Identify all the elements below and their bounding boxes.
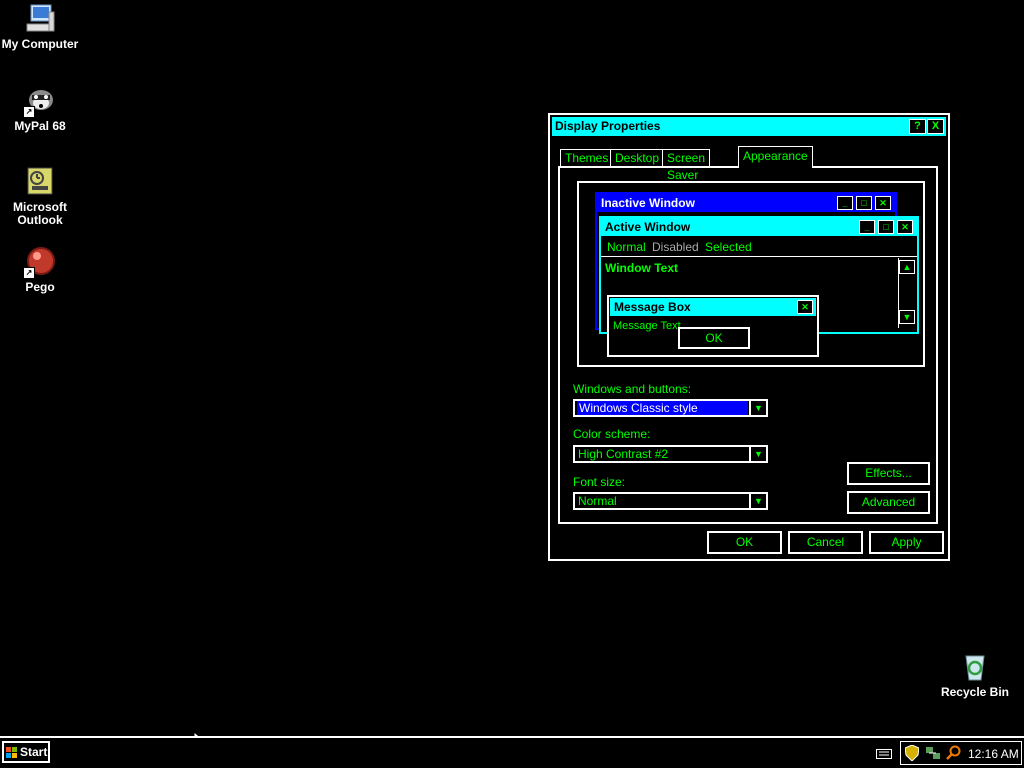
cancel-button[interactable]: Cancel [788, 531, 863, 554]
message-box-titlebar: Message Box ✕ [610, 298, 816, 316]
menu-selected: Selected [705, 240, 752, 254]
raccoon-icon: ↗ [23, 84, 57, 118]
ok-button[interactable]: OK [707, 531, 782, 554]
chevron-down-icon[interactable]: ▼ [749, 494, 766, 508]
tab-appearance[interactable]: Appearance [738, 146, 813, 168]
recycle-bin-label: Recycle Bin [940, 685, 1010, 699]
scroll-up-icon: ▲ [899, 260, 915, 274]
menu-disabled: Disabled [652, 240, 699, 254]
outlook-icon[interactable]: Microsoft Outlook [0, 165, 80, 227]
effects-button[interactable]: Effects... [847, 462, 930, 485]
start-button[interactable]: Start [2, 741, 50, 763]
message-text: Message Text [613, 320, 681, 332]
active-window-titlebar: Active Window _ □ ✕ [601, 218, 917, 236]
close-icon: ✕ [875, 196, 891, 210]
color-scheme-select[interactable]: High Contrast #2 ▼ [573, 445, 768, 463]
mypal-icon[interactable]: ↗ MyPal 68 [0, 84, 80, 133]
menu-normal: Normal [607, 240, 646, 254]
keyboard-icon[interactable] [876, 748, 892, 762]
tab-themes[interactable]: Themes [560, 149, 614, 167]
scroll-down-icon: ▼ [899, 310, 915, 324]
security-shield-icon[interactable] [904, 744, 920, 764]
preview-menubar: Normal Disabled Selected [601, 238, 917, 257]
pego-app-icon: ↗ [23, 245, 57, 279]
tab-screen-saver[interactable]: Screen Saver [662, 149, 711, 182]
windows-logo-icon [6, 746, 18, 764]
my-computer-icon[interactable]: My Computer [0, 2, 80, 51]
close-icon: ✕ [797, 300, 813, 314]
windows-buttons-label: Windows and buttons: [573, 382, 692, 396]
color-scheme-value: High Contrast #2 [578, 447, 669, 461]
help-button[interactable]: ? [909, 119, 926, 134]
preview-ok-button: OK [678, 327, 750, 349]
color-scheme-label: Color scheme: [573, 427, 651, 441]
font-size-label: Font size: [573, 475, 626, 489]
network-icon[interactable] [925, 745, 941, 764]
maximize-icon: □ [878, 220, 894, 234]
maximize-icon: □ [856, 196, 872, 210]
pego-icon[interactable]: ↗ Pego [0, 245, 80, 294]
dialog-titlebar[interactable]: Display Properties ? X [552, 117, 946, 136]
my-computer-label: My Computer [1, 37, 79, 51]
shortcut-arrow-icon: ↗ [23, 106, 35, 118]
dialog-title: Display Properties [555, 119, 661, 133]
recycle-icon [958, 650, 992, 684]
preview-window-text: Window Text [605, 261, 678, 275]
font-size-value: Normal [578, 494, 617, 508]
close-button[interactable]: X [927, 119, 944, 134]
taskbar: Start 12:16 AM [0, 736, 1024, 768]
advanced-button[interactable]: Advanced [847, 491, 930, 514]
start-label: Start [20, 745, 48, 759]
font-size-select[interactable]: Normal ▼ [573, 492, 768, 510]
computer-icon [23, 2, 57, 36]
system-tray: 12:16 AM [900, 741, 1022, 765]
minimize-icon: _ [859, 220, 875, 234]
pego-label: Pego [25, 280, 55, 294]
inactive-window-titlebar: Inactive Window _ □ ✕ [597, 194, 895, 212]
active-window-title: Active Window [605, 220, 691, 234]
clock[interactable]: 12:16 AM [968, 746, 1019, 762]
appearance-preview: Inactive Window _ □ ✕ Active Window _ □ … [577, 181, 925, 367]
minimize-icon: _ [837, 196, 853, 210]
outlook-label-line2: Outlook [17, 213, 63, 227]
close-icon: ✕ [897, 220, 913, 234]
windows-buttons-select[interactable]: Windows Classic style ▼ [573, 399, 768, 417]
chevron-down-icon[interactable]: ▼ [749, 401, 766, 415]
appearance-panel: Inactive Window _ □ ✕ Active Window _ □ … [558, 166, 938, 524]
outlook-app-icon [23, 165, 57, 199]
inactive-window-title: Inactive Window [601, 196, 695, 210]
apply-button[interactable]: Apply [869, 531, 944, 554]
shortcut-arrow-icon: ↗ [23, 267, 35, 279]
search-icon[interactable] [945, 745, 961, 764]
tab-desktop[interactable]: Desktop [610, 149, 665, 167]
display-properties-dialog: Display Properties ? X Themes Desktop Sc… [548, 113, 950, 561]
preview-scrollbar: ▲ ▼ [898, 258, 915, 328]
chevron-down-icon[interactable]: ▼ [749, 447, 766, 461]
windows-buttons-value: Windows Classic style [577, 401, 748, 415]
message-box-title: Message Box [614, 300, 691, 314]
mypal-label: MyPal 68 [14, 119, 66, 133]
recycle-bin-icon[interactable]: Recycle Bin [935, 650, 1015, 699]
message-box-preview: Message Box ✕ Message Text OK [607, 295, 819, 357]
